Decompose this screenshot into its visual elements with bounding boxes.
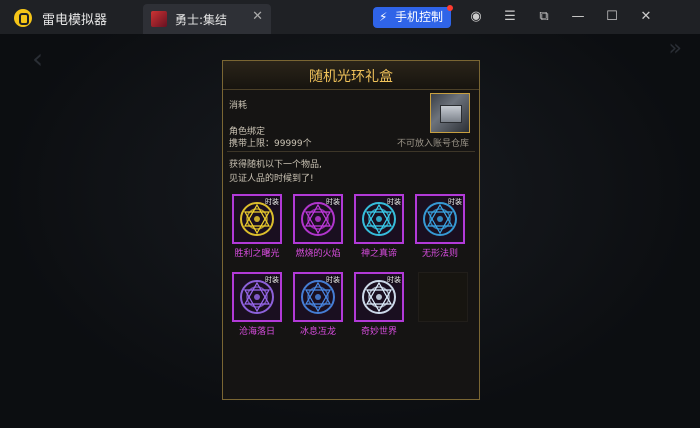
reward-item[interactable]: 时装 <box>415 194 465 244</box>
maximize-icon[interactable]: ☐ <box>603 8 621 26</box>
reward-item-name: 燃烧的火焰 <box>295 249 341 259</box>
divider <box>227 151 475 152</box>
description-line-2: 见证人品的时候到了! <box>229 174 314 184</box>
tab-label: 勇士:集结 <box>175 13 228 27</box>
notification-dot <box>447 5 453 11</box>
fashion-tag: 时装 <box>326 198 340 206</box>
reward-item[interactable]: 时装 <box>354 272 404 322</box>
fashion-tag: 时装 <box>387 198 401 206</box>
game-icon <box>151 11 167 27</box>
fashion-tag: 时装 <box>326 276 340 284</box>
minimize-icon[interactable]: — <box>569 8 587 26</box>
mobile-control-button[interactable]: ⚡ 手机控制 <box>373 5 453 28</box>
description-line-1: 获得随机以下一个物品, <box>229 160 322 170</box>
carry-limit-text: 携带上限：99999个 <box>229 139 312 149</box>
menu-icon[interactable]: ☰ <box>501 8 519 26</box>
fashion-tag: 时装 <box>265 276 279 284</box>
close-window-icon[interactable]: ✕ <box>637 8 655 26</box>
back-arrow-icon: ‹ <box>32 42 44 75</box>
storage-restriction-text: 不可放入账号仓库 <box>397 139 470 149</box>
app-title: 雷电模拟器 <box>42 13 108 28</box>
consume-label: 消耗 <box>229 101 248 111</box>
reward-item-name: 沧海落日 <box>238 327 275 337</box>
reward-item-name: 神之真谛 <box>360 249 397 259</box>
fashion-tag: 时装 <box>387 276 401 284</box>
lightning-icon: ⚡ <box>379 10 388 24</box>
item-tooltip-panel: 随机光环礼盒 消耗 角色绑定 携带上限：99999个 不可放入账号仓库 获得随机… <box>222 60 480 400</box>
reward-item[interactable]: 时装 <box>232 194 282 244</box>
tab-game[interactable]: 勇士:集结 ✕ <box>143 4 271 34</box>
app-logo-icon <box>14 9 32 27</box>
gift-box-icon <box>430 93 470 133</box>
empty-item-slot <box>418 272 468 322</box>
reward-item[interactable]: 时装 <box>354 194 404 244</box>
account-icon[interactable]: ◉ <box>467 8 485 26</box>
forward-arrow-icon: » <box>668 36 682 61</box>
reward-item-name: 冰息冱龙 <box>299 327 336 337</box>
reward-item[interactable]: 时装 <box>232 272 282 322</box>
reward-item[interactable]: 时装 <box>293 194 343 244</box>
panel-title: 随机光环礼盒 <box>309 69 393 85</box>
reward-item-name: 奇妙世界 <box>360 327 397 337</box>
reward-item-name: 胜利之曙光 <box>234 249 280 259</box>
mobile-control-label: 手机控制 <box>395 10 444 24</box>
close-tab-icon[interactable]: ✕ <box>252 9 263 24</box>
popout-icon[interactable]: ⧉ <box>535 8 553 26</box>
fashion-tag: 时装 <box>265 198 279 206</box>
title-bar: 雷电模拟器 勇士:集结 ✕ ⚡ 手机控制 ◉ ☰ ⧉ — ☐ ✕ <box>0 0 700 34</box>
reward-item-name: 无形法则 <box>421 249 458 259</box>
panel-header: 随机光环礼盒 <box>223 61 479 90</box>
fashion-tag: 时装 <box>448 198 462 206</box>
reward-item[interactable]: 时装 <box>293 272 343 322</box>
